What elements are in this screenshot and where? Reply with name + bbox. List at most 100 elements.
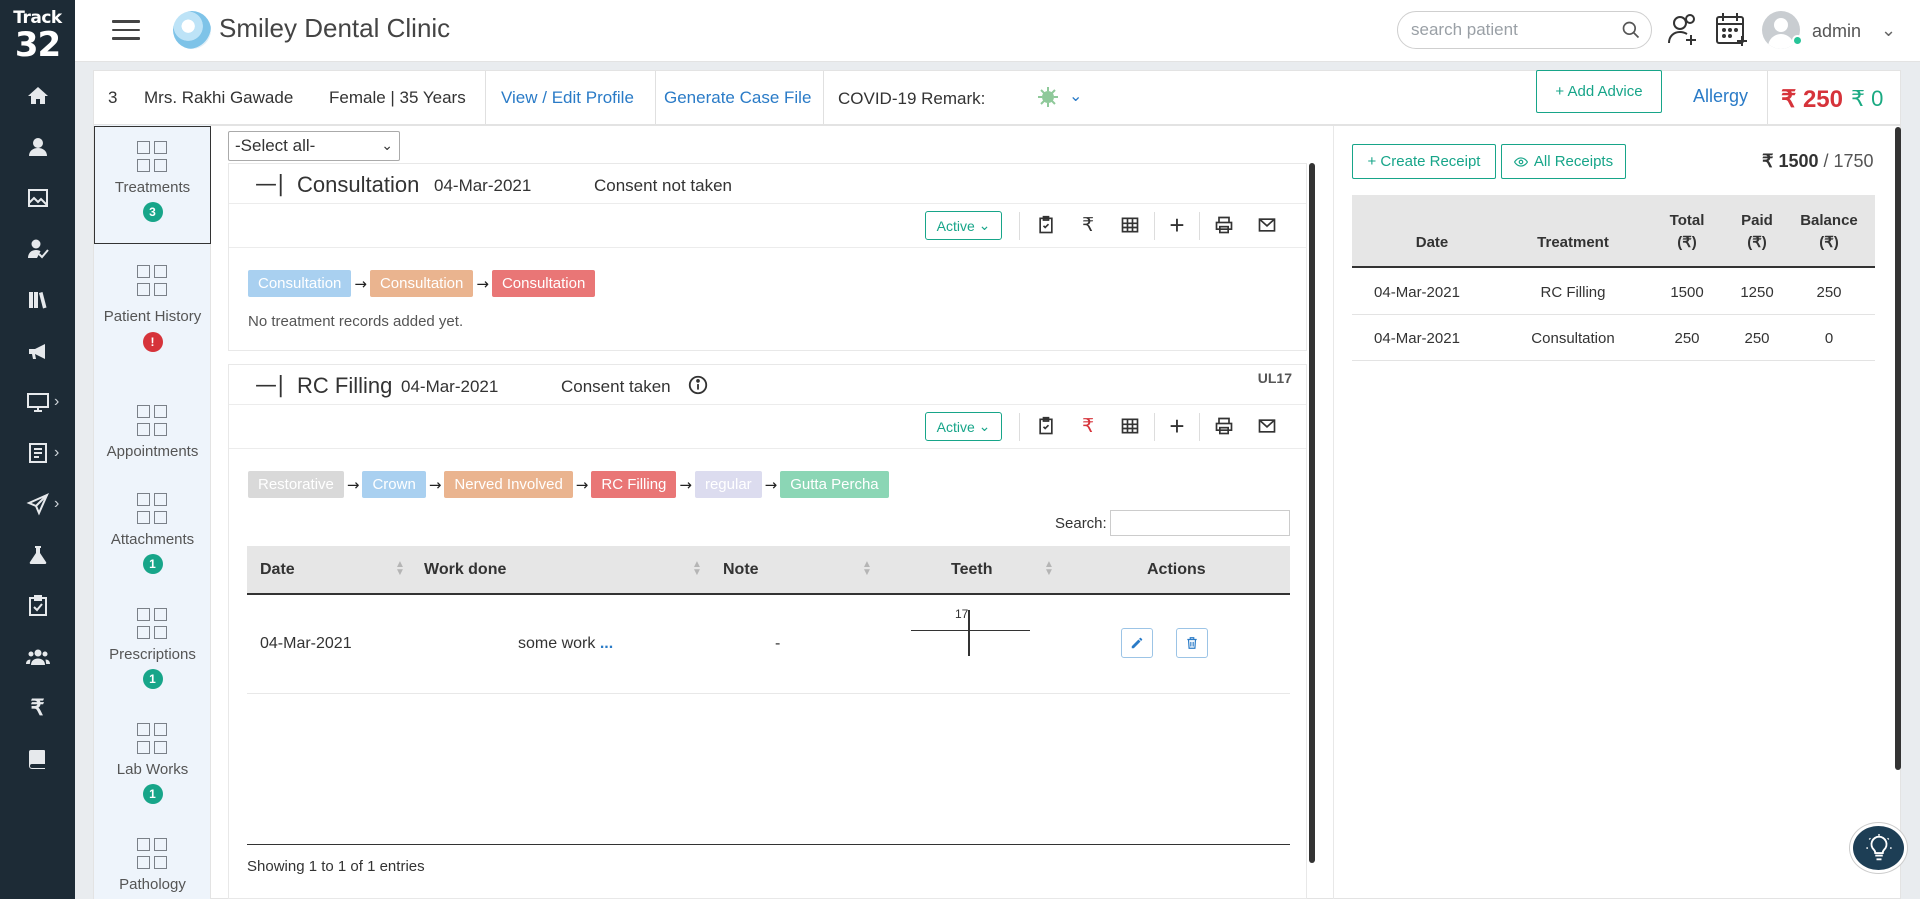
- receipt-date: 04-Mar-2021: [1374, 330, 1460, 347]
- checklist-icon[interactable]: [0, 588, 75, 624]
- clipboard-check-icon[interactable]: [1033, 413, 1059, 439]
- receipt-row[interactable]: 04-Mar-2021 RC Filling 1500 1250 250: [1352, 269, 1875, 315]
- status-dropdown[interactable]: Active ⌄: [925, 211, 1002, 240]
- all-receipts-button[interactable]: All Receipts: [1501, 144, 1626, 179]
- receipt-total: ₹ 1500 / 1750: [1762, 151, 1874, 171]
- top-header: Smiley Dental Clinic admin ⌄: [75, 0, 1920, 62]
- treatments-scrollbar[interactable]: [1309, 163, 1315, 863]
- send-icon[interactable]: ›: [0, 486, 75, 522]
- lightbulb-icon[interactable]: [1850, 823, 1907, 873]
- sort-icon[interactable]: ▲ ▼: [692, 560, 702, 578]
- patient-id: 3: [108, 88, 118, 107]
- treatment-name: RC Filling: [297, 373, 393, 398]
- collapse-icon[interactable]: —|: [255, 373, 284, 398]
- pencil-icon: [1131, 637, 1143, 649]
- receipts-table-header: Date Treatment Total (₹) Paid (₹) Balance(…: [1352, 195, 1875, 268]
- create-receipt-button[interactable]: + Create Receipt: [1352, 144, 1496, 179]
- tooth-chart-horizontal: [911, 630, 1030, 631]
- virus-icon[interactable]: [1036, 85, 1060, 109]
- add-user-icon[interactable]: [1665, 11, 1703, 49]
- gallery-icon[interactable]: [0, 180, 75, 216]
- table-icon[interactable]: [1117, 413, 1143, 439]
- home-icon[interactable]: [0, 78, 75, 114]
- search-icon[interactable]: [1621, 20, 1641, 40]
- allergy-link[interactable]: Allergy: [1693, 86, 1748, 107]
- clipboard-check-icon[interactable]: [1033, 212, 1059, 238]
- brand-logo[interactable]: Track 32: [10, 10, 65, 63]
- info-icon[interactable]: [687, 374, 709, 396]
- receipt-row[interactable]: 04-Mar-2021 Consultation 250 250 0: [1352, 315, 1875, 361]
- covid-remark-label: COVID-19 Remark:: [838, 89, 986, 108]
- category-prescriptions[interactable]: Prescriptions 1: [94, 608, 211, 708]
- column-teeth[interactable]: Teeth: [951, 561, 992, 579]
- rupee-icon[interactable]: ₹: [1075, 413, 1101, 439]
- flow-pill: Consultation: [248, 270, 352, 297]
- table-search-label: Search:: [1055, 515, 1107, 532]
- category-pathology[interactable]: Pathology: [94, 838, 211, 898]
- column-date[interactable]: Date: [260, 561, 295, 579]
- table-footer-line: [247, 844, 1290, 845]
- flask-icon[interactable]: [0, 537, 75, 573]
- trash-icon: [1187, 637, 1197, 649]
- category-appointments[interactable]: Appointments: [94, 405, 211, 485]
- receipt-balance-value: 250: [1816, 284, 1842, 301]
- left-nav: Track 32 › › › ₹: [0, 0, 75, 899]
- flow-pill: regular: [694, 471, 762, 498]
- library-icon[interactable]: [0, 282, 75, 318]
- plus-icon[interactable]: +: [1164, 411, 1190, 441]
- category-lab-works[interactable]: Lab Works 1: [94, 723, 211, 823]
- doctor-icon[interactable]: [0, 231, 75, 267]
- book-icon[interactable]: [0, 741, 75, 777]
- print-icon[interactable]: [1211, 413, 1237, 439]
- column-work-done[interactable]: Work done: [424, 561, 506, 579]
- users-icon[interactable]: [0, 639, 75, 675]
- mail-icon[interactable]: [1254, 413, 1280, 439]
- chevron-down-icon: ⌄: [381, 137, 393, 153]
- receipt-date: 04-Mar-2021: [1374, 284, 1460, 301]
- delete-button[interactable]: [1176, 628, 1208, 658]
- monitor-icon[interactable]: ›: [0, 384, 75, 420]
- megaphone-icon[interactable]: [0, 333, 75, 369]
- search-input[interactable]: [1411, 12, 1611, 48]
- category-treatments[interactable]: Treatments 3: [94, 126, 211, 244]
- table-search-input[interactable]: [1110, 510, 1290, 536]
- column-note[interactable]: Note: [723, 561, 759, 579]
- sort-icon[interactable]: ▲ ▼: [395, 560, 405, 578]
- category-attachments[interactable]: Attachments 1: [94, 493, 211, 593]
- collapse-icon[interactable]: —|: [255, 172, 284, 197]
- rupee-icon[interactable]: ₹: [1075, 212, 1101, 238]
- table-icon[interactable]: [1117, 212, 1143, 238]
- tooth-chart-vertical: [968, 610, 970, 656]
- document-icon[interactable]: ›: [0, 435, 75, 471]
- print-icon[interactable]: [1211, 212, 1237, 238]
- add-appointment-icon[interactable]: [1713, 11, 1751, 49]
- view-edit-profile-link[interactable]: View / Edit Profile: [501, 88, 634, 108]
- grid-icon: [136, 723, 169, 755]
- treatment-toolbar: Active ⌄ ₹ +: [229, 405, 1306, 449]
- chevron-down-icon[interactable]: ⌄: [1069, 86, 1082, 106]
- mail-icon[interactable]: [1254, 212, 1280, 238]
- plus-icon[interactable]: +: [1164, 210, 1190, 240]
- chevron-right-icon: ›: [54, 444, 60, 461]
- generate-case-file-link[interactable]: Generate Case File: [664, 88, 811, 108]
- sort-icon[interactable]: ▲ ▼: [1044, 560, 1054, 578]
- patient-icon[interactable]: [0, 129, 75, 165]
- rupee-icon[interactable]: ₹: [0, 690, 75, 726]
- treatment-header: —| RC Filling 04-Mar-2021 Consent taken …: [229, 365, 1306, 405]
- hamburger-menu-icon[interactable]: [112, 20, 140, 42]
- sort-icon[interactable]: ▲ ▼: [862, 560, 872, 578]
- patient-search[interactable]: [1397, 11, 1652, 49]
- row-work-done: some work ...: [518, 635, 614, 652]
- edit-button[interactable]: [1121, 628, 1153, 658]
- select-all-dropdown[interactable]: -Select all- ⌄: [228, 131, 400, 161]
- expand-work-link[interactable]: ...: [600, 635, 613, 652]
- user-name[interactable]: admin: [1812, 21, 1861, 42]
- column-actions: Actions: [1147, 561, 1206, 578]
- receipt-balance-value: 0: [1824, 330, 1834, 347]
- add-advice-button[interactable]: + Add Advice: [1536, 70, 1662, 113]
- receipt-treatment: Consultation: [1531, 330, 1615, 347]
- status-dropdown[interactable]: Active ⌄: [925, 412, 1002, 441]
- chevron-down-icon[interactable]: ⌄: [1881, 20, 1896, 41]
- page-scrollbar[interactable]: [1895, 127, 1901, 770]
- category-patient-history[interactable]: Patient History !: [94, 265, 211, 385]
